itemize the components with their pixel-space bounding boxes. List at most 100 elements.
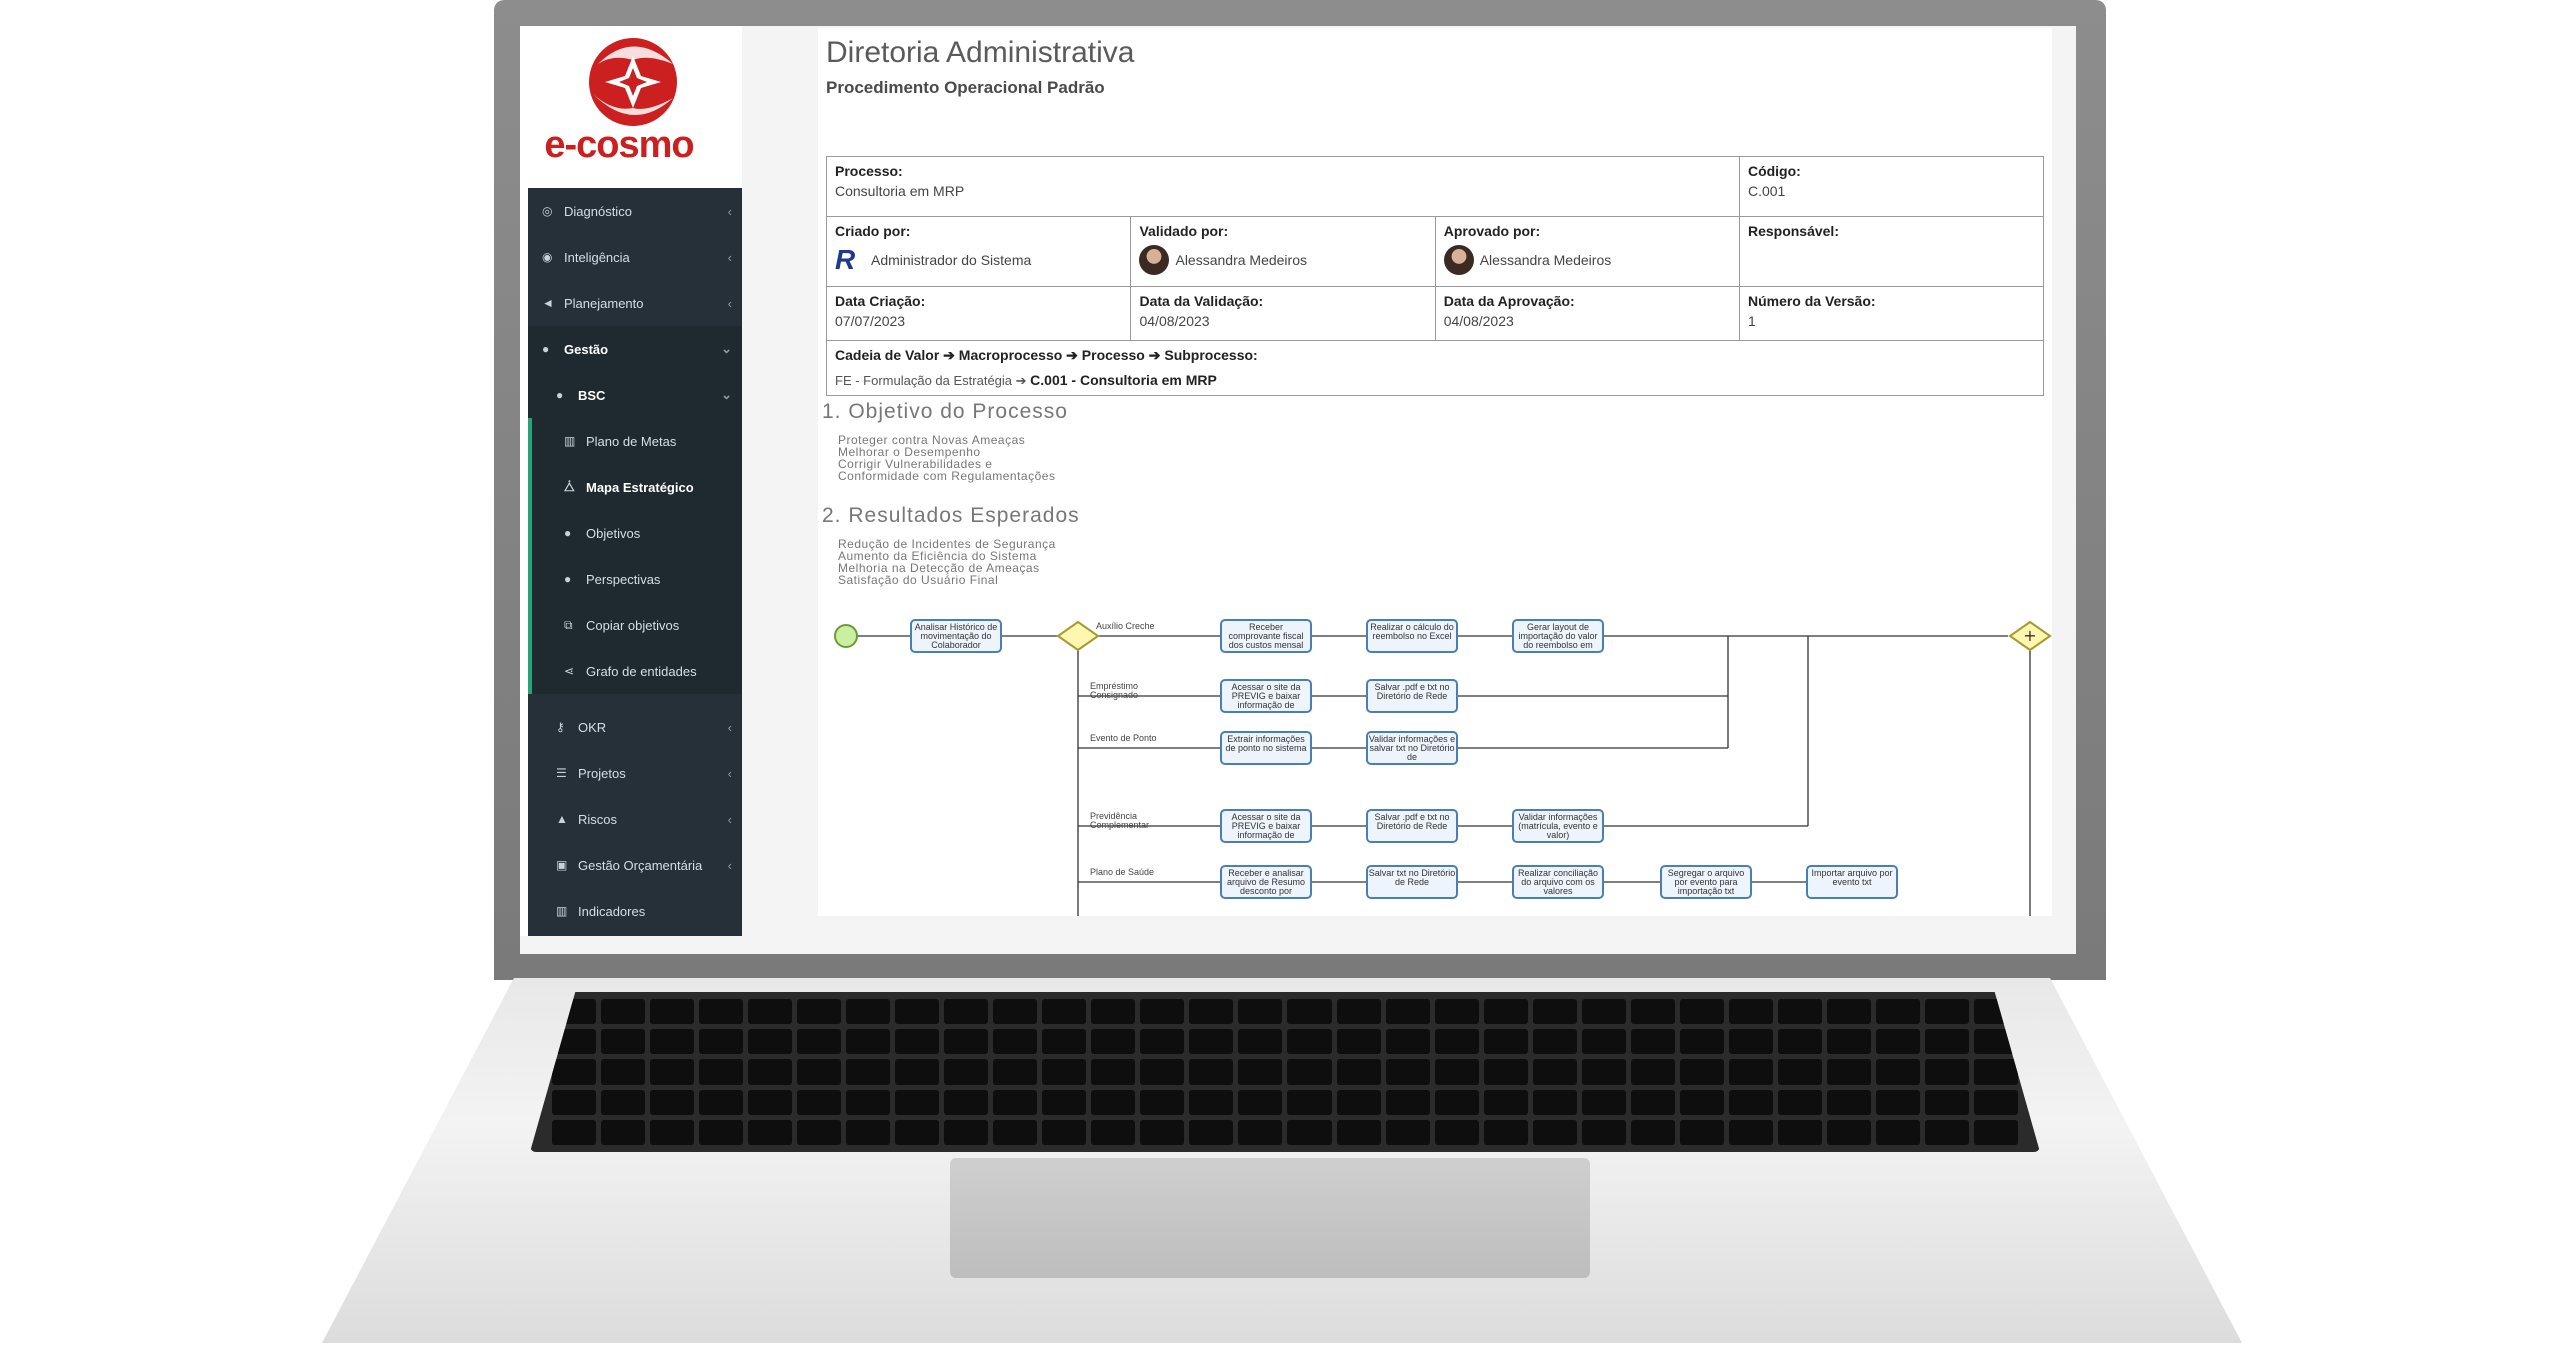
keyboard-key (993, 1029, 1038, 1055)
sidebar-item-diagnostico[interactable]: ◎ Diagnóstico ‹ (528, 188, 742, 234)
flow-task[interactable]: Gerar layout de importação do valor do r… (1512, 619, 1604, 653)
keyboard-key (1189, 1059, 1234, 1085)
keyboard-key (748, 999, 793, 1025)
keyboard-key (1385, 999, 1430, 1025)
sidebar-item-label: Diagnóstico (564, 203, 632, 219)
keyboard-key (895, 1029, 940, 1055)
keyboard-key (1826, 1029, 1871, 1055)
aprovado-label: Aprovado por: (1443, 223, 1541, 239)
flow-task[interactable]: Salvar .pdf e txt no Diretório de Rede (1366, 809, 1458, 843)
process-info-table: Processo: Consultoria em MRP Código: C.0… (825, 156, 2045, 396)
chevron-left-icon: ‹ (727, 295, 732, 311)
globe-icon: ● (556, 388, 564, 402)
sidebar-item-projetos[interactable]: ☰ Projetos ‹ (528, 750, 742, 796)
keyboard-key (797, 1119, 842, 1145)
section-objetivo-title: 1. Objetivo do Processo (822, 400, 1068, 423)
cadeia-target[interactable]: C.001 - Consultoria em MRP (1030, 372, 1217, 388)
flow-task[interactable]: Validar informações e salvar txt no Dire… (1366, 731, 1458, 765)
flow-task[interactable]: Salvar txt no Diretório de Rede (1366, 865, 1458, 899)
keyboard-key (1630, 1059, 1675, 1085)
keyboard-key (1728, 999, 1773, 1025)
sidebar-item-copiar-objetivos[interactable]: ⧉ Copiar objetivos (528, 602, 742, 648)
keyboard-key (1336, 1029, 1381, 1055)
sidebar-item-label: Objetivos (586, 525, 641, 541)
keyboard-key (1973, 1059, 2018, 1085)
keyboard-key (699, 1059, 744, 1085)
share-icon: ⋖ (564, 664, 575, 678)
processo-label: Processo: (835, 163, 903, 179)
keyboard-key (552, 1059, 597, 1085)
keyboard-key (1140, 1089, 1185, 1115)
keyboard-key (1777, 1029, 1822, 1055)
system-logo-icon: R (835, 244, 856, 275)
sidebar-item-plano-de-metas[interactable]: ▥ Plano de Metas (528, 418, 742, 464)
page-title: Diretoria Administrativa (826, 36, 1135, 69)
flow-task[interactable]: Realizar o cálculo do reembolso no Excel (1366, 619, 1458, 653)
sidebar-menu: ◎ Diagnóstico ‹ ◉ Inteligência ‹ ◄ Plane… (528, 188, 742, 936)
keyboard-key (1924, 1029, 1969, 1055)
flow-task[interactable]: Acessar o site da PREVIG e baixar inform… (1220, 679, 1312, 713)
criado-value: Administrador do Sistema (871, 252, 1032, 268)
keyboard-key (1630, 1029, 1675, 1055)
keyboard-key (1581, 1089, 1626, 1115)
codigo-cell: Código: C.001 (1738, 156, 2045, 217)
keyboard-key (601, 999, 646, 1025)
cadeia-step: Cadeia de Valor (835, 347, 940, 363)
sidebar-item-planejamento[interactable]: ◄ Planejamento ‹ (528, 280, 742, 326)
sidebar-item-riscos[interactable]: ▲ Riscos ‹ (528, 796, 742, 842)
data-aprovacao-label: Data da Aprovação: (1443, 293, 1575, 309)
keyboard-key (797, 999, 842, 1025)
cadeia-cell: Cadeia de Valor ➔ Macroprocesso ➔ Proces… (826, 340, 2044, 396)
sidebar-item-label: Inteligência (564, 249, 630, 265)
keyboard-key (1630, 1089, 1675, 1115)
keyboard-key (748, 1029, 793, 1055)
criado-label: Criado por: (835, 223, 911, 239)
validado-label: Validado por: (1139, 223, 1229, 239)
sidebar-item-grafo-de-entidades[interactable]: ⋖ Grafo de entidades (528, 648, 742, 694)
flow-task[interactable]: Analisar Histórico de movimentação do Co… (910, 619, 1002, 653)
keyboard-key (1042, 1089, 1087, 1115)
sidebar-item-objetivos[interactable]: ● Objetivos (528, 510, 742, 556)
keyboard-key (944, 999, 989, 1025)
keyboard-key (1581, 1059, 1626, 1085)
codigo-value: C.001 (1747, 183, 1786, 199)
keyboard-key (748, 1089, 793, 1115)
keyboard-key (1728, 1089, 1773, 1115)
sidebar-item-indicadores[interactable]: ▥ Indicadores (528, 888, 742, 934)
flow-task[interactable]: Importar arquivo por evento txt (1806, 865, 1898, 899)
keyboard-key (748, 1059, 793, 1085)
sidebar-item-mapa-estrategico[interactable]: ⧊ Mapa Estratégico (528, 464, 742, 510)
keyboard-key (1287, 999, 1332, 1025)
keyboard-key (1728, 1029, 1773, 1055)
flow-task[interactable]: Receber comprovante fiscal dos custos me… (1220, 619, 1312, 653)
keyboard-key (699, 1029, 744, 1055)
flow-task[interactable]: Segregar o arquivo por evento para impor… (1660, 865, 1752, 899)
flow-task[interactable]: Extrair informações de ponto no sistema (1220, 731, 1312, 765)
sidebar-item-gestao[interactable]: ● Gestão ⌄ (528, 326, 742, 372)
data-validacao-label: Data da Validação: (1139, 293, 1264, 309)
section-resultados-title: 2. Resultados Esperados (822, 504, 1080, 527)
flow-task[interactable]: Realizar conciliação do arquivo com os v… (1512, 865, 1604, 899)
keyboard-key (797, 1029, 842, 1055)
sidebar-item-okr[interactable]: ⚷ OKR ‹ (528, 704, 742, 750)
data-criacao-label: Data Criação: (835, 293, 926, 309)
sidebar-item-gestao-orcamentaria[interactable]: ▣ Gestão Orçamentária ‹ (528, 842, 742, 888)
keyboard-key (1189, 1119, 1234, 1145)
keyboard-key (1336, 1059, 1381, 1085)
flow-lane-label: Evento de Ponto (1090, 733, 1157, 743)
flow-task[interactable]: Acessar o site da PREVIG e baixar inform… (1220, 809, 1312, 843)
list-item: Satisfação do Usuário Final (838, 573, 999, 587)
sidebar-item-perspectivas[interactable]: ● Perspectivas (528, 556, 742, 602)
sidebar-item-inteligencia[interactable]: ◉ Inteligência ‹ (528, 234, 742, 280)
keyboard-key (944, 1059, 989, 1085)
aprovado-cell: Aprovado por: Alessandra Medeiros (1434, 216, 1740, 287)
keyboard-key (1728, 1119, 1773, 1145)
keyboard-key (846, 1029, 891, 1055)
sidebar-item-bsc[interactable]: ● BSC ⌄ (528, 372, 742, 418)
keyboard-key (895, 999, 940, 1025)
flow-task[interactable]: Validar informações (matrícula, evento e… (1512, 809, 1604, 843)
flow-lane-label: Plano de Saúde (1090, 867, 1155, 877)
flow-task[interactable]: Receber e analisar arquivo de Resumo des… (1220, 865, 1312, 899)
flow-task[interactable]: Salvar .pdf e txt no Diretório de Rede (1366, 679, 1458, 713)
cadeia-origin[interactable]: FE - Formulação da Estratégia (835, 373, 1012, 388)
